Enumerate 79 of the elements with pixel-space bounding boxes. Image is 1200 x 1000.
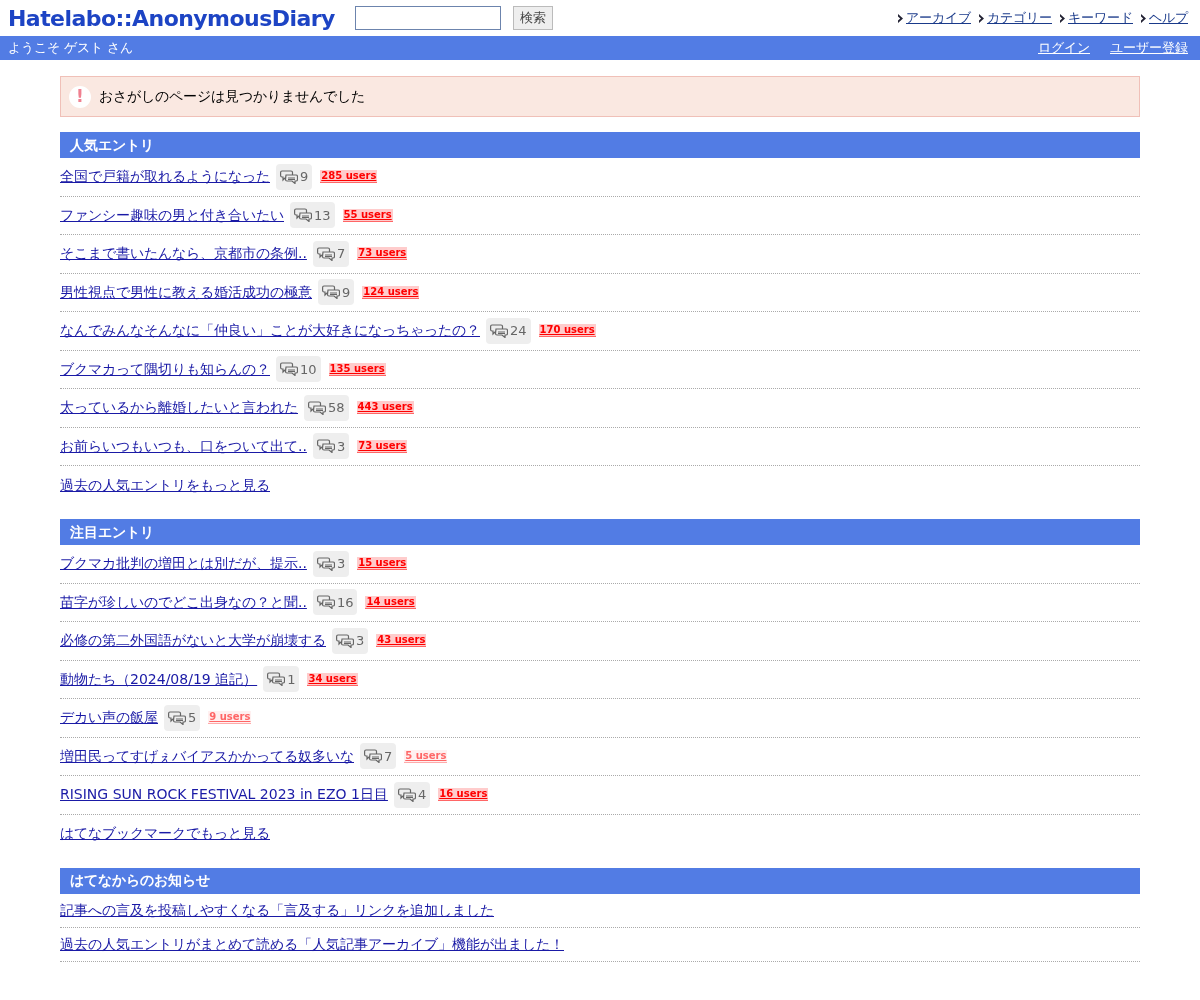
section-header: はてなからのお知らせ	[60, 867, 1140, 894]
bookmark-count[interactable]: 135 users	[328, 362, 386, 376]
nav-link[interactable]: アーカイブ	[906, 8, 971, 28]
entry-link[interactable]: ブクマカって隅切りも知らんの？	[60, 358, 270, 380]
greeting-text: ようこそ ゲスト さん	[8, 39, 134, 58]
entry-link[interactable]: 動物たち（2024/08/19 追記）	[60, 668, 258, 690]
bookmark-count[interactable]: 285 users	[320, 170, 378, 184]
entry-link[interactable]: RISING SUN ROCK FESTIVAL 2023 in EZO 1日目	[60, 784, 388, 806]
entry-link[interactable]: 苗字が珍しいのでどこ出身なの？と聞..	[60, 591, 307, 613]
speech-bubbles-icon	[267, 672, 286, 687]
entry-link[interactable]: 過去の人気エントリがまとめて読める「人気記事アーカイブ」機能が出ました！	[60, 933, 564, 955]
comment-count[interactable]: 58	[304, 394, 349, 421]
exclamation-icon: !	[69, 85, 91, 108]
entry-link[interactable]: 記事への言及を投稿しやすくなる「言及する」リンクを追加しました	[60, 899, 494, 921]
speech-bubbles-icon	[316, 439, 335, 454]
bookmark-count[interactable]: 170 users	[538, 324, 596, 338]
comment-count[interactable]: 5	[164, 704, 201, 731]
speech-bubbles-icon	[316, 246, 335, 261]
search-button[interactable]: 検索	[512, 6, 553, 30]
bookmark-count[interactable]: 73 users	[357, 247, 408, 261]
speech-bubbles-icon	[316, 556, 335, 571]
comment-count[interactable]: 9	[276, 163, 313, 190]
comment-count[interactable]: 7	[312, 240, 350, 267]
comment-count[interactable]: 16	[312, 589, 358, 616]
comment-count[interactable]: 24	[486, 317, 531, 344]
comment-count[interactable]: 13	[290, 202, 335, 229]
account-link[interactable]: ログイン	[1038, 38, 1090, 58]
speech-bubbles-icon	[336, 633, 354, 648]
comment-count[interactable]: 10	[276, 356, 321, 383]
bookmark-count[interactable]: 16 users	[438, 788, 489, 802]
search-field[interactable]	[354, 6, 501, 30]
bookmark-count[interactable]: 55 users	[342, 208, 393, 222]
speech-bubbles-icon	[168, 710, 186, 725]
entry-link[interactable]: なんでみんなそんなに「仲良い」ことが大好きになっちゃったの？	[60, 320, 480, 342]
speech-bubbles-icon	[490, 323, 508, 338]
entry-link[interactable]: ファンシー趣味の男と付き合いたい	[60, 204, 284, 226]
bookmark-count[interactable]: 73 users	[357, 439, 408, 453]
alert-message: おさがしのページは見つかりませんでした	[99, 87, 365, 106]
speech-bubbles-icon	[322, 285, 340, 300]
entry-link[interactable]: デカい声の飯屋	[60, 707, 158, 729]
bookmark-count[interactable]: 124 users	[362, 285, 420, 299]
nav-link[interactable]: ヘルプ	[1149, 8, 1188, 28]
bookmark-count[interactable]: 34 users	[307, 672, 358, 686]
entry-link[interactable]: 全国で戸籍が取れるようになった	[60, 166, 270, 188]
entry-link[interactable]: 男性視点で男性に教える婚活成功の極意	[60, 281, 312, 303]
nav-link[interactable]: キーワード	[1068, 8, 1133, 28]
comment-count[interactable]: 4	[393, 781, 431, 808]
comment-count[interactable]: 1	[263, 666, 300, 693]
speech-bubbles-icon	[316, 595, 335, 610]
bookmark-count[interactable]: 43 users	[376, 634, 427, 648]
comment-count[interactable]: 9	[318, 279, 355, 306]
speech-bubbles-icon	[308, 400, 326, 415]
entry-link[interactable]: ブクマカ批判の増田とは別だが、提示..	[60, 553, 307, 575]
entry-link[interactable]: 太っているから離婚したいと言われた	[60, 397, 298, 419]
account-link[interactable]: ユーザー登録	[1110, 38, 1188, 58]
speech-bubbles-icon	[280, 169, 298, 184]
comment-count[interactable]: 3	[332, 627, 369, 654]
comment-count[interactable]: 7	[360, 743, 397, 770]
speech-bubbles-icon	[364, 749, 382, 764]
entry-link[interactable]: お前らいつもいつも、口をついて出て..	[60, 435, 307, 457]
bookmark-count[interactable]: 9 users	[208, 711, 252, 725]
speech-bubbles-icon	[280, 362, 298, 377]
section-header: 人気エントリ	[60, 132, 1140, 158]
comment-count[interactable]: 3	[312, 433, 350, 460]
bookmark-count[interactable]: 5 users	[404, 749, 448, 763]
more-link[interactable]: はてなブックマークでもっと見る	[60, 823, 270, 844]
more-link[interactable]: 過去の人気エントリをもっと見る	[60, 474, 270, 496]
bookmark-count[interactable]: 443 users	[356, 401, 414, 415]
site-logo[interactable]: Hatelabo::AnonymousDiary	[8, 1, 335, 35]
speech-bubbles-icon	[294, 208, 312, 223]
comment-count[interactable]: 3	[312, 550, 350, 577]
section-header: 注目エントリ	[60, 519, 1140, 545]
speech-bubbles-icon	[397, 787, 416, 802]
entry-link[interactable]: 必修の第二外国語がないと大学が崩壊する	[60, 630, 326, 652]
entry-link[interactable]: 増田民ってすげぇバイアスかかってる奴多いな	[60, 745, 354, 767]
nav-link[interactable]: カテゴリー	[987, 8, 1052, 28]
bookmark-count[interactable]: 15 users	[357, 557, 408, 571]
entry-link[interactable]: そこまで書いたんなら、京都市の条例..	[60, 243, 307, 265]
bookmark-count[interactable]: 14 users	[365, 595, 416, 609]
